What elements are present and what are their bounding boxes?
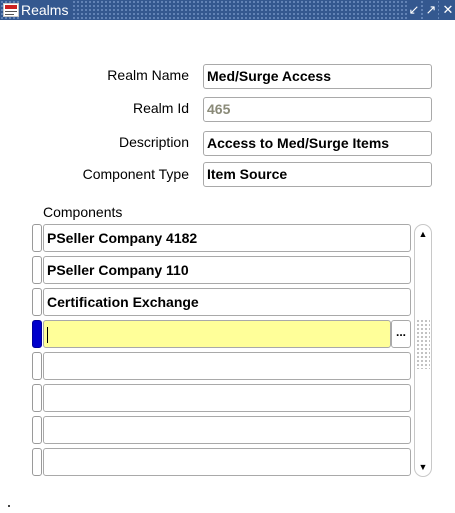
row-indicator-4-current[interactable] <box>32 320 42 348</box>
realm-id-field[interactable]: 465 <box>203 97 432 122</box>
maximize-button[interactable]: ↗ <box>424 1 438 19</box>
row-indicator-1[interactable] <box>32 224 42 252</box>
row-indicator-6[interactable] <box>32 384 42 412</box>
component-type-field[interactable]: Item Source <box>203 162 432 187</box>
window-title: Realms <box>21 1 73 19</box>
component-row-1[interactable]: PSeller Company 4182 <box>43 224 411 252</box>
realm-id-label: Realm Id <box>132 100 189 116</box>
row-indicator-8[interactable] <box>32 448 42 476</box>
component-row-5[interactable] <box>43 352 411 380</box>
scroll-up-arrow-icon[interactable]: ▲ <box>415 226 431 242</box>
list-of-values-button[interactable]: ... <box>391 320 411 348</box>
text-cursor <box>47 327 48 344</box>
component-row-4[interactable] <box>43 320 391 348</box>
scroll-down-arrow-icon[interactable]: ▼ <box>415 459 431 475</box>
app-icon <box>3 3 19 17</box>
components-section-label: Components <box>43 204 123 220</box>
component-row-7[interactable] <box>43 416 411 444</box>
components-scrollbar[interactable]: ▲ ▼ <box>414 224 432 477</box>
row-indicator-7[interactable] <box>32 416 42 444</box>
realm-name-label: Realm Name <box>107 67 189 83</box>
stray-mark <box>8 505 10 507</box>
component-row-8[interactable] <box>43 448 411 476</box>
component-row-2[interactable]: PSeller Company 110 <box>43 256 411 284</box>
component-row-6[interactable] <box>43 384 411 412</box>
description-field[interactable]: Access to Med/Surge Items <box>203 131 432 156</box>
component-type-label: Component Type <box>82 166 189 182</box>
component-row-3[interactable]: Certification Exchange <box>43 288 411 316</box>
row-indicator-5[interactable] <box>32 352 42 380</box>
description-label: Description <box>118 134 189 150</box>
window-titlebar[interactable]: Realms ↙ ↗ ✕ <box>0 0 455 20</box>
minimize-button[interactable]: ↙ <box>407 1 421 19</box>
scrollbar-thumb[interactable] <box>416 319 430 369</box>
realm-name-field[interactable]: Med/Surge Access <box>203 64 432 89</box>
row-indicator-3[interactable] <box>32 288 42 316</box>
close-button[interactable]: ✕ <box>441 1 455 19</box>
row-indicator-2[interactable] <box>32 256 42 284</box>
